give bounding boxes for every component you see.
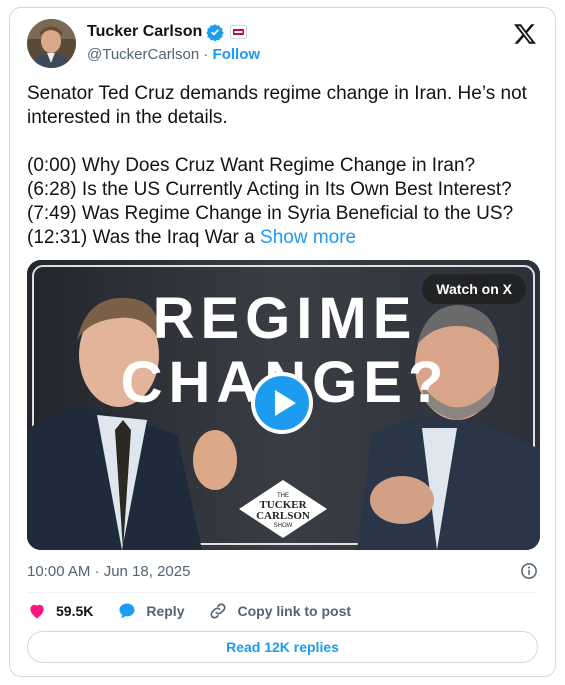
watch-on-x-button[interactable]: Watch on X [422,274,526,304]
play-button[interactable] [251,372,313,434]
link-icon [210,603,227,619]
copy-link-button[interactable]: Copy link to post [208,601,351,621]
author-name-row: Tucker Carlson [87,23,248,41]
video-thumbnail[interactable]: REGIME CHANGE? THE TUCKER CARLSON SHOW W… [27,260,540,550]
tweet-text: Senator Ted Cruz demands regime change i… [27,82,547,250]
chapter-line: (7:49) Was Regime Change in Syria Benefi… [27,203,514,224]
logo-text-carlson: CARLSON [256,510,310,522]
author-handle[interactable]: @TuckerCarlson [87,46,199,63]
chapter-line-last: (12:31) Was the Iraq War a Show more [27,226,547,250]
like-count: 59.5K [56,603,94,619]
tweet-timestamp[interactable]: 10:00 AM · Jun 18, 2025 [27,563,190,580]
chapter-line: (0:00) Why Does Cruz Want Regime Change … [27,155,476,176]
show-more-link[interactable]: Show more [260,227,356,248]
tweet-intro: Senator Ted Cruz demands regime change i… [27,83,527,128]
x-logo-icon[interactable] [513,22,537,46]
copy-link-label: Copy link to post [237,603,352,619]
play-icon [274,390,296,416]
author-name[interactable]: Tucker Carlson [87,23,202,41]
chapter-line: (12:31) Was the Iraq War a [27,227,255,248]
info-icon[interactable] [520,562,538,580]
action-bar: 59.5K Reply Copy link to post [27,601,375,621]
avatar[interactable] [27,19,76,68]
like-button[interactable]: 59.5K [27,601,93,621]
separator: · [203,46,209,63]
verified-badge-icon [206,24,224,41]
heart-icon [30,604,44,619]
tweet-embed-card: Tucker Carlson @TuckerCarlson · Follow S… [9,7,556,677]
author-handle-row: @TuckerCarlson · Follow [87,46,260,63]
reply-button[interactable]: Reply [117,601,184,621]
follow-link[interactable]: Follow [213,46,261,63]
divider [27,592,538,593]
logo-text-show: SHOW [274,523,293,529]
reply-bubble-icon [119,603,135,619]
reply-label: Reply [146,603,185,619]
read-replies-button[interactable]: Read 12K replies [27,631,538,663]
affiliate-badge-icon [230,25,248,39]
chapter-line: (6:28) Is the US Currently Acting in Its… [27,179,512,200]
headline-line-1: REGIME [153,286,418,351]
